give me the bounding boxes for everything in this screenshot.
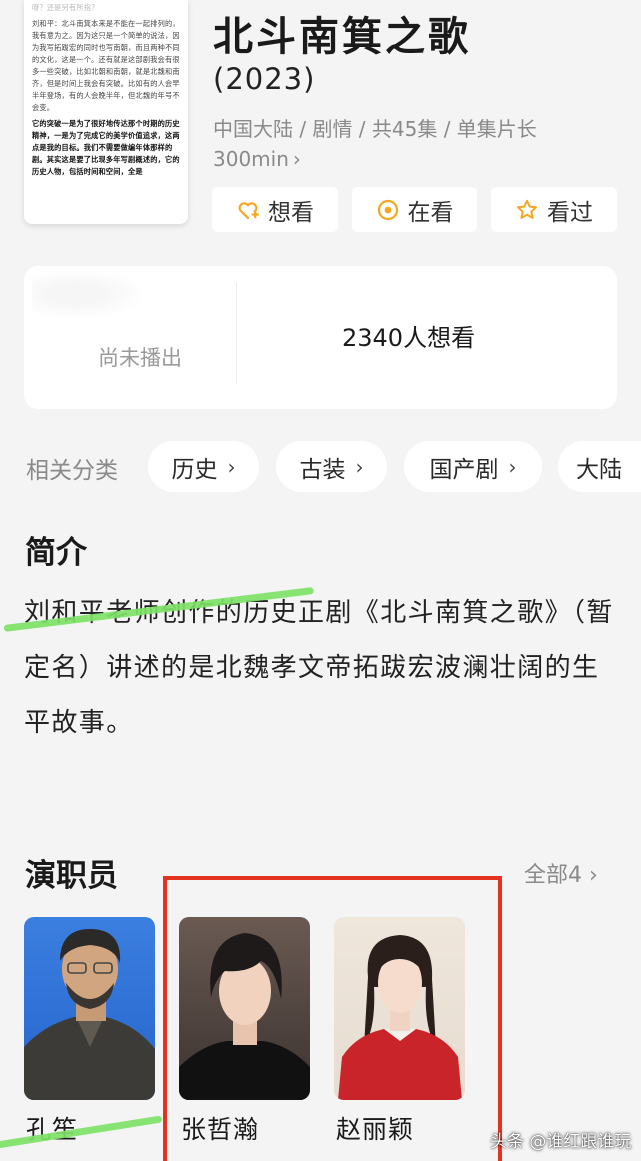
action-row: 想看 在看 看过 — [212, 187, 617, 232]
category-chip-history[interactable]: 历史 › — [148, 441, 259, 492]
poster-image[interactable]: 呀？还是另有所指？ 刘和平：北斗南箕本来是不能在一起排列的，我有意为之。因为这只… — [24, 0, 188, 224]
category-chip-label: 古装 — [299, 456, 346, 483]
episode-duration: 300min — [213, 147, 289, 171]
category-chip-domestic[interactable]: 国产剧 › — [404, 441, 542, 492]
category-chip-mainland[interactable]: 大陆 — [558, 441, 641, 492]
watched-button[interactable]: 看过 — [491, 187, 617, 232]
see-all-label: 全部4 — [524, 863, 582, 888]
want-count: 2340人想看 — [342, 324, 476, 352]
watching-button[interactable]: 在看 — [352, 187, 477, 232]
watched-label: 看过 — [547, 199, 593, 226]
chevron-right-icon: › — [589, 863, 598, 888]
related-categories-label: 相关分类 — [26, 458, 118, 484]
category-chip-label: 历史 — [171, 456, 218, 483]
show-year: (2023) — [213, 62, 316, 96]
poster-text-line: 它的突破一是为了很好地传达那个时期的历史精神，一是为了完成它的美学价值追求，这两… — [32, 119, 180, 176]
see-all-cast-link[interactable]: 全部4 › — [524, 857, 598, 889]
poster-text-line: 呀？还是另有所指？ — [32, 3, 99, 12]
rating-status: 尚未播出 — [98, 346, 182, 370]
rating-placeholder — [32, 270, 142, 318]
target-circle-icon — [376, 198, 400, 222]
star-icon — [515, 198, 539, 222]
heart-plus-icon — [236, 198, 260, 222]
category-chip-label: 国产剧 — [429, 456, 499, 483]
show-title: 北斗南箕之歌 — [213, 14, 471, 60]
watching-label: 在看 — [407, 199, 454, 226]
want-to-watch-button[interactable]: 想看 — [212, 187, 338, 232]
intro-title: 简介 — [25, 535, 87, 571]
poster-text-line: 刘和平：北斗南箕本来是不能在一起排列的，我有意为之。因为这只是一个简单的说法，因… — [32, 19, 180, 112]
category-chip-label: 大陆 — [576, 456, 622, 483]
chevron-right-icon: › — [227, 454, 236, 479]
chevron-right-icon: › — [508, 454, 517, 479]
person-portrait — [24, 929, 155, 1100]
category-chip-costume[interactable]: 古装 › — [276, 441, 387, 492]
cast-photo-kong-sheng[interactable] — [24, 917, 155, 1100]
stats-card: 尚未播出 2340人想看 — [24, 266, 617, 409]
chevron-right-icon: › — [292, 147, 301, 171]
chevron-right-icon: › — [355, 454, 364, 479]
want-to-watch-label: 想看 — [268, 199, 314, 226]
watermark: 头条 @谁红跟谁玩 — [490, 1132, 632, 1152]
show-meta[interactable]: 中国大陆 / 剧情 / 共45集 / 单集片长 300min › — [213, 114, 613, 174]
swipe-mark — [0, 1115, 163, 1149]
meta-line-2: 300min › — [213, 144, 613, 174]
meta-line: 中国大陆 / 剧情 / 共45集 / 单集片长 — [213, 117, 537, 141]
cast-title: 演职员 — [25, 858, 118, 894]
red-highlight-box — [163, 876, 502, 1161]
divider — [236, 282, 237, 384]
